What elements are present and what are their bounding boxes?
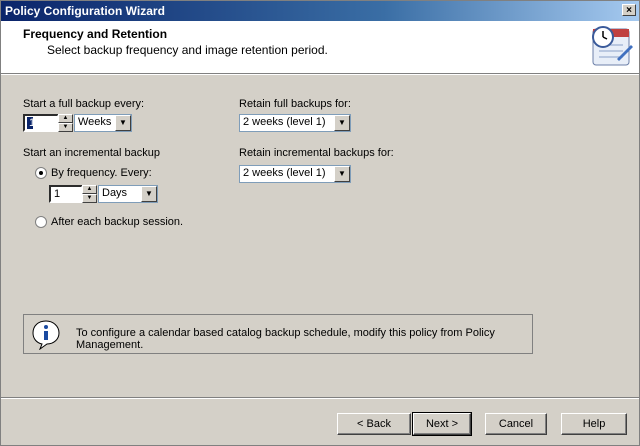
retain-incremental-select[interactable]: 2 weeks (level 1) ▼ [239, 165, 351, 183]
chevron-down-icon[interactable]: ▼ [334, 166, 350, 182]
full-backup-interval-input[interactable]: 1 [23, 114, 59, 132]
incremental-unit-select[interactable]: Days ▼ [98, 185, 158, 203]
info-panel: To configure a calendar based catalog ba… [23, 314, 533, 354]
wizard-header: Frequency and Retention Select backup fr… [1, 21, 639, 73]
close-button[interactable]: × [622, 4, 636, 16]
title-bar[interactable]: Policy Configuration Wizard × [1, 1, 639, 21]
after-session-radio[interactable] [35, 216, 47, 228]
cancel-button[interactable]: Cancel [485, 413, 547, 435]
footer-divider [1, 397, 639, 399]
retain-full-label: Retain full backups for: [239, 98, 351, 110]
full-backup-label: Start a full backup every: [23, 98, 145, 110]
page-subtitle: Select backup frequency and image retent… [47, 43, 328, 57]
calendar-clock-icon [592, 26, 633, 66]
after-session-label[interactable]: After each backup session. [51, 216, 183, 228]
back-button[interactable]: < Back [337, 413, 411, 435]
full-backup-unit-select[interactable]: Weeks ▼ [74, 114, 132, 132]
next-button[interactable]: Next > [412, 412, 472, 436]
chevron-down-icon[interactable]: ▼ [334, 115, 350, 131]
incremental-interval-input[interactable]: 1 [49, 185, 83, 203]
chevron-down-icon[interactable]: ▼ [141, 186, 157, 202]
retain-full-select[interactable]: 2 weeks (level 1) ▼ [239, 114, 351, 132]
header-divider [1, 73, 639, 75]
incremental-spinner[interactable]: ▲ ▼ [82, 185, 97, 203]
spin-down-button[interactable]: ▼ [82, 194, 97, 203]
by-frequency-radio[interactable] [35, 167, 47, 179]
wizard-window: Policy Configuration Wizard × Frequency … [0, 0, 640, 446]
spin-up-button[interactable]: ▲ [82, 185, 97, 194]
spin-down-button[interactable]: ▼ [58, 123, 73, 132]
window-title: Policy Configuration Wizard [5, 4, 165, 18]
page-title: Frequency and Retention [23, 27, 168, 41]
retain-incremental-label: Retain incremental backups for: [239, 147, 394, 159]
spin-up-button[interactable]: ▲ [58, 114, 73, 123]
chevron-down-icon[interactable]: ▼ [115, 115, 131, 131]
by-frequency-label[interactable]: By frequency. Every: [51, 167, 152, 179]
info-message: To configure a calendar based catalog ba… [76, 327, 495, 351]
help-button[interactable]: Help [561, 413, 627, 435]
full-backup-spinner[interactable]: ▲ ▼ [58, 114, 73, 132]
incremental-backup-label: Start an incremental backup [23, 147, 160, 159]
info-icon [32, 320, 60, 350]
